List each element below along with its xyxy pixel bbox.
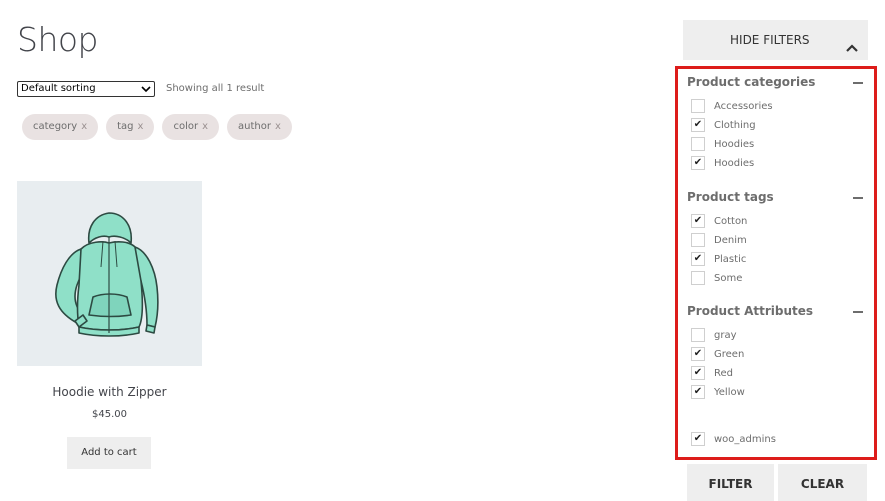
group-title-categories: Product categories	[687, 75, 816, 89]
option-label: Clothing	[714, 119, 756, 131]
option-label: Hoodies	[714, 138, 755, 150]
page-title: Shop	[17, 20, 99, 59]
checkbox[interactable]: ✔	[691, 347, 705, 361]
chip-remove-icon[interactable]: x	[138, 114, 144, 140]
product-card: Hoodie with Zipper $45.00 Add to cart	[17, 181, 202, 469]
group-title-attributes: Product Attributes	[687, 304, 814, 318]
chip-color[interactable]: color x	[162, 114, 219, 140]
minus-icon[interactable]	[853, 197, 863, 199]
chip-category[interactable]: category x	[22, 114, 99, 140]
checkbox[interactable]	[691, 328, 705, 342]
filter-panel: Product categories Accessories ✔ Clothin…	[675, 66, 877, 460]
hide-filters-label: HIDE FILTERS	[730, 33, 810, 47]
checkbox[interactable]	[691, 137, 705, 151]
option-clothing[interactable]: ✔ Clothing	[691, 118, 756, 132]
option-label: gray	[714, 329, 737, 341]
sort-select[interactable]: Default sorting	[17, 81, 155, 97]
option-label: Plastic	[714, 253, 747, 265]
option-accessories[interactable]: Accessories	[691, 99, 773, 113]
option-label: Cotton	[714, 215, 748, 227]
product-price: $45.00	[92, 409, 127, 420]
option-label: Yellow	[714, 386, 745, 398]
checkbox[interactable]: ✔	[691, 156, 705, 170]
option-yellow[interactable]: ✔ Yellow	[691, 385, 745, 399]
option-cotton[interactable]: ✔ Cotton	[691, 214, 747, 228]
chevron-down-icon	[141, 82, 151, 101]
chip-tag[interactable]: tag x	[106, 114, 155, 140]
result-count: Showing all 1 result	[166, 83, 265, 94]
checkbox[interactable]: ✔	[691, 214, 705, 228]
option-plastic[interactable]: ✔ Plastic	[691, 252, 746, 266]
checkbox[interactable]: ✔	[691, 366, 705, 380]
filter-button[interactable]: FILTER	[687, 464, 774, 501]
option-label: Red	[714, 367, 733, 379]
option-label: Denim	[714, 234, 747, 246]
chip-author[interactable]: author x	[227, 114, 292, 140]
option-label: Accessories	[714, 100, 773, 112]
option-label: Hoodies	[714, 157, 755, 169]
chevron-up-icon	[844, 32, 860, 52]
option-label: woo_admins	[714, 433, 776, 445]
checkbox[interactable]	[691, 271, 705, 285]
option-some[interactable]: Some	[691, 271, 742, 285]
checkbox[interactable]: ✔	[691, 385, 705, 399]
product-name[interactable]: Hoodie with Zipper	[17, 385, 202, 399]
clear-button[interactable]: CLEAR	[778, 464, 867, 501]
checkbox[interactable]: ✔	[691, 252, 705, 266]
checkbox[interactable]: ✔	[691, 118, 705, 132]
hoodie-image	[55, 212, 159, 337]
chip-remove-icon[interactable]: x	[275, 114, 281, 140]
option-hoodies-2[interactable]: ✔ Hoodies	[691, 156, 754, 170]
checkbox[interactable]	[691, 233, 705, 247]
group-title-tags: Product tags	[687, 190, 774, 204]
checkbox[interactable]	[691, 99, 705, 113]
hide-filters-button[interactable]: HIDE FILTERS	[683, 20, 868, 60]
chip-label: category	[33, 121, 78, 132]
active-filter-chips: category x tag x color x author x	[22, 114, 300, 140]
product-image[interactable]	[17, 181, 202, 366]
chip-label: tag	[117, 121, 134, 132]
chip-label: color	[173, 121, 199, 132]
option-woo-admins[interactable]: ✔ woo_admins	[691, 432, 776, 446]
minus-icon[interactable]	[853, 82, 863, 84]
option-hoodies[interactable]: Hoodies	[691, 137, 754, 151]
option-gray[interactable]: gray	[691, 328, 737, 342]
minus-icon[interactable]	[853, 311, 863, 313]
option-label: Some	[714, 272, 743, 284]
sort-select-value: Default sorting	[21, 83, 96, 94]
chip-label: author	[238, 121, 271, 132]
option-label: Green	[714, 348, 745, 360]
option-red[interactable]: ✔ Red	[691, 366, 733, 380]
chip-remove-icon[interactable]: x	[81, 114, 87, 140]
option-denim[interactable]: Denim	[691, 233, 747, 247]
option-green[interactable]: ✔ Green	[691, 347, 744, 361]
chip-remove-icon[interactable]: x	[202, 114, 208, 140]
checkbox[interactable]: ✔	[691, 432, 705, 446]
add-to-cart-button[interactable]: Add to cart	[67, 437, 151, 469]
